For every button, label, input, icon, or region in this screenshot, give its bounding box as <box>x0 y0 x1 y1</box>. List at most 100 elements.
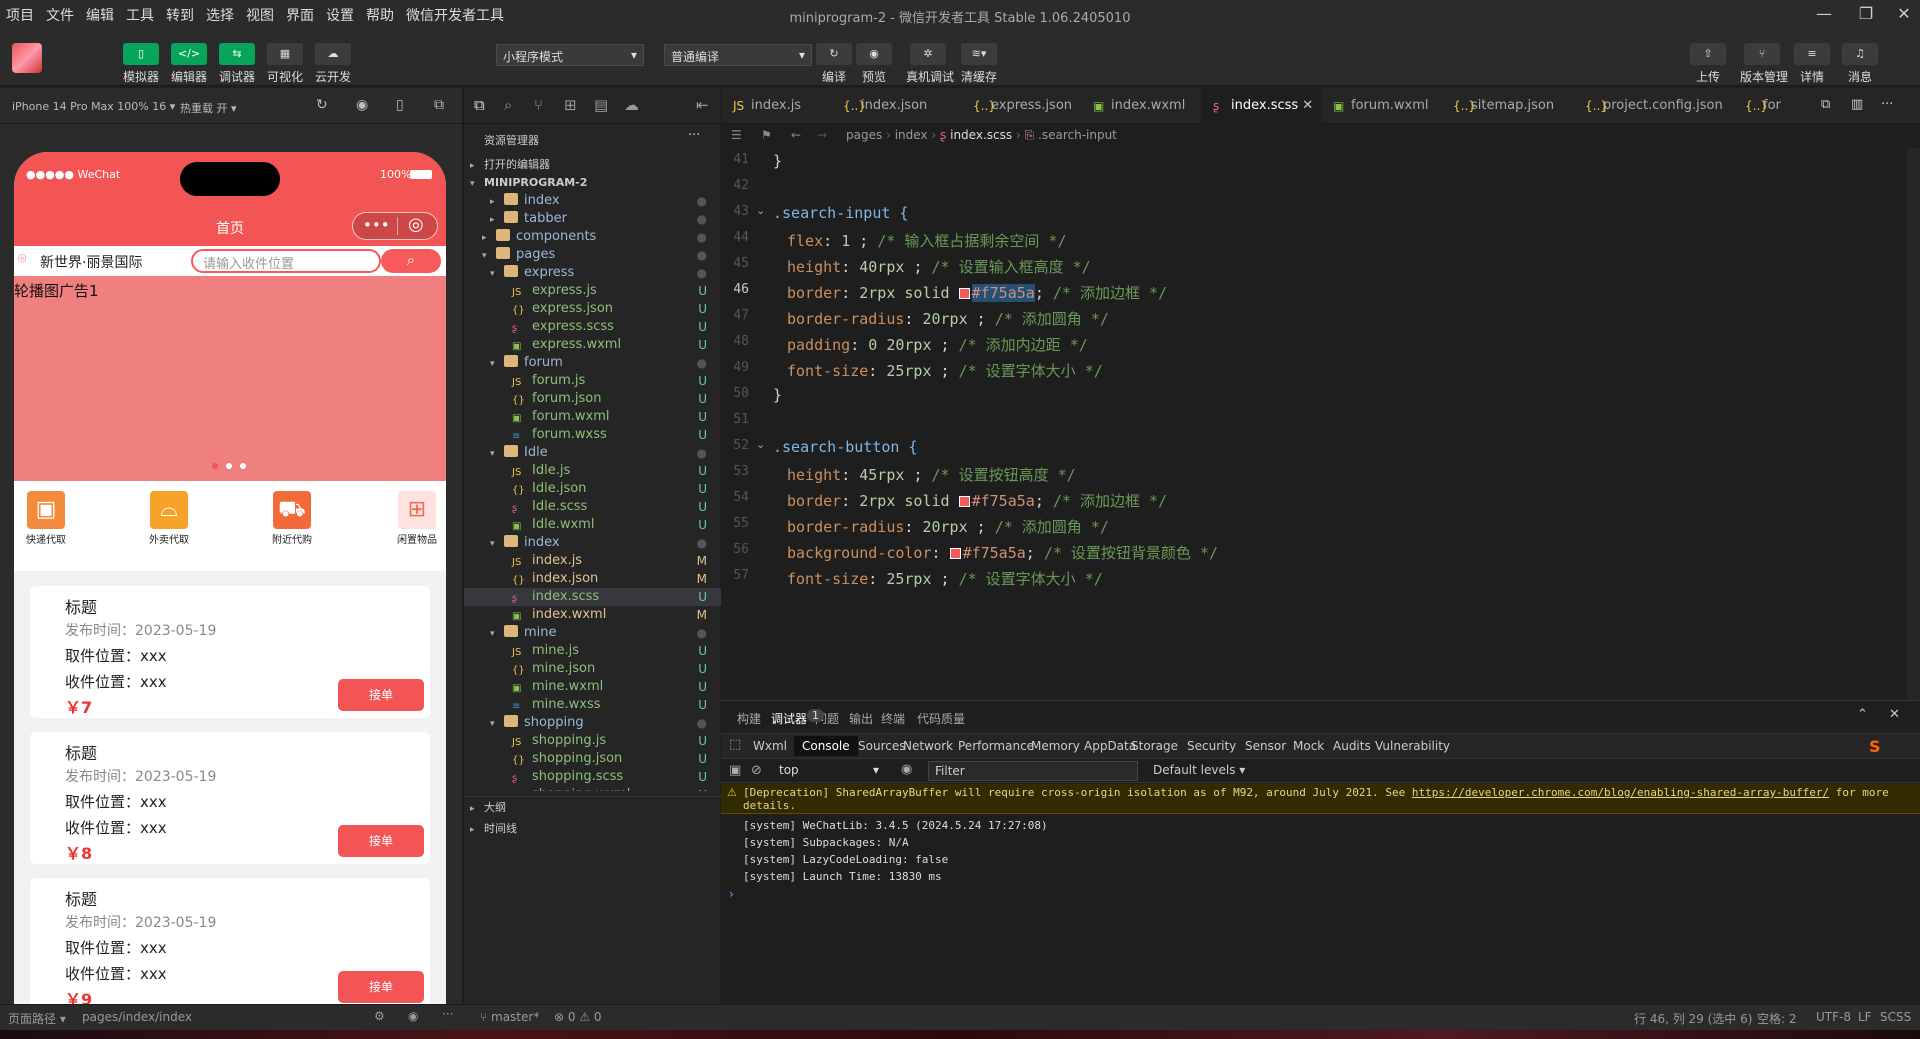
devtools-tab[interactable]: Storage <box>1123 736 1186 756</box>
refresh-icon[interactable]: ↻ <box>316 97 328 113</box>
tab-index-json[interactable]: {..} index.json <box>831 88 961 124</box>
forward-icon[interactable]: → <box>817 124 827 146</box>
more-icon[interactable]: ••• <box>363 216 390 234</box>
language-mode[interactable]: SCSS <box>1880 1010 1911 1024</box>
breadcrumb-item[interactable]: index <box>895 128 928 142</box>
panel-tab[interactable]: 构建 <box>737 710 761 727</box>
collapse-icon[interactable]: ⌃ <box>1857 707 1868 722</box>
menu-item[interactable]: 帮助 <box>360 5 400 25</box>
maximize-icon[interactable]: ❐ <box>1854 4 1878 24</box>
menu-item[interactable]: 设置 <box>320 5 360 25</box>
folder-item[interactable]: ▾ forum ● <box>464 354 721 372</box>
accept-order-button[interactable]: 接单 <box>338 971 424 1003</box>
line-ending[interactable]: LF <box>1858 1010 1872 1024</box>
page-path-label[interactable]: 页面路径 ▾ <box>8 1010 66 1027</box>
menu-item[interactable]: 编辑 <box>80 5 120 25</box>
folder-item[interactable]: ▾ mine ● <box>464 624 721 642</box>
order-card[interactable]: 标题 发布时间：2023-05-19 取件位置：xxx 收件位置：xxx ￥7 … <box>30 586 430 718</box>
popout-icon[interactable]: ⧉ <box>434 97 444 113</box>
menu-item[interactable]: 微信开发者工具 <box>400 5 510 25</box>
layout-icon[interactable]: ▥ <box>1851 97 1863 112</box>
swiper-dot[interactable] <box>240 463 246 469</box>
record-icon[interactable]: ◉ <box>356 97 368 113</box>
devtools-tab[interactable]: Wxml <box>745 736 795 756</box>
accept-order-button[interactable]: 接单 <box>338 679 424 711</box>
file-item[interactable]: ▣ index.wxml M <box>464 606 721 624</box>
mode-select[interactable]: 小程序模式 ▾ <box>496 44 644 66</box>
outline-section[interactable]: ▸ 大纲 <box>464 796 721 818</box>
file-item[interactable]: ≡ mine.wxss U <box>464 696 721 714</box>
folder-item[interactable]: ▾ shopping ● <box>464 714 721 732</box>
file-item[interactable]: JS express.js U <box>464 282 721 300</box>
compile-button[interactable]: ↻ 编译 <box>812 43 856 85</box>
details-button[interactable]: ≡ 详情 <box>1790 43 1834 85</box>
file-item[interactable]: ʂ shopping.scss U <box>464 768 721 786</box>
tab-express-json[interactable]: {..} express.json <box>961 88 1081 124</box>
filter-input[interactable]: Filter <box>928 761 1138 781</box>
encoding[interactable]: UTF-8 <box>1816 1010 1851 1024</box>
compile-mode-select[interactable]: 普通编译 ▾ <box>664 44 812 66</box>
split-icon[interactable]: ⇤ <box>696 96 709 114</box>
devtools-tab[interactable]: Security <box>1179 736 1244 756</box>
menu-item[interactable]: 转到 <box>160 5 200 25</box>
file-item[interactable]: ≡ forum.wxss U <box>464 426 721 444</box>
files-icon[interactable]: ⧉ <box>474 96 485 114</box>
upload-button[interactable]: ⇧ 上传 <box>1686 43 1730 85</box>
order-card[interactable]: 标题 发布时间：2023-05-19 取件位置：xxx 收件位置：xxx ￥9 … <box>30 878 430 1005</box>
breadcrumb-item[interactable]: index.scss <box>950 128 1012 142</box>
bookmark-icon[interactable]: ⚑ <box>761 124 772 146</box>
search-input[interactable]: 请输入收件位置 <box>191 249 381 273</box>
indent-setting[interactable]: 空格: 2 <box>1757 1010 1797 1027</box>
close-icon[interactable]: ✕ <box>1889 707 1900 722</box>
hotreload-select[interactable]: 热重载 开 ▾ <box>180 100 237 116</box>
folder-item[interactable]: ▾ express ● <box>464 264 721 282</box>
file-item[interactable]: {} index.json M <box>464 570 721 588</box>
menu-item[interactable]: 项目 <box>0 5 40 25</box>
problems-count[interactable]: ⊗ 0 ⚠ 0 <box>554 1010 602 1024</box>
swiper-dot[interactable] <box>226 463 232 469</box>
eye-icon[interactable]: ◉ <box>901 762 912 777</box>
more-icon[interactable]: ··· <box>1881 97 1893 112</box>
file-item[interactable]: ▣ mine.wxml U <box>464 678 721 696</box>
file-item[interactable]: JS Idle.js U <box>464 462 721 480</box>
breadcrumb-item[interactable]: pages <box>846 128 882 142</box>
search-icon[interactable]: ⌕ <box>504 96 512 114</box>
close-icon[interactable]: ✕ <box>1892 4 1916 24</box>
accept-order-button[interactable]: 接单 <box>338 825 424 857</box>
file-item[interactable]: ▣ express.wxml U <box>464 336 721 354</box>
branch-icon[interactable]: ⑂ <box>534 96 543 114</box>
folder-item[interactable]: ▸ index ● <box>464 192 721 210</box>
close-mini-icon[interactable]: ◎ <box>408 214 424 235</box>
file-item[interactable]: ʂ index.scss U <box>464 588 721 606</box>
folder-item[interactable]: ▾ index ● <box>464 534 721 552</box>
panel-tab[interactable]: 输出 <box>849 710 873 727</box>
clear-cache-button[interactable]: ≋▾ 清缓存 <box>957 43 1001 85</box>
category-takeout[interactable]: ⌓ 外卖代取 <box>129 481 209 546</box>
file-item[interactable]: {} Idle.json U <box>464 480 721 498</box>
category-shopping[interactable]: ⛟ 附近代购 <box>252 481 332 546</box>
file-item[interactable]: {} shopping.json U <box>464 750 721 768</box>
search-button[interactable]: ⌕ <box>381 249 441 273</box>
file-item[interactable]: ▣ Idle.wxml U <box>464 516 721 534</box>
levels-select[interactable]: Default levels ▾ <box>1153 763 1245 777</box>
tab-sitemap-json[interactable]: {..} sitemap.json <box>1441 88 1573 124</box>
code-area[interactable]: 41} 42 43 ⌄ .search-input {44 flex: 1 ; /* 输入… <box>721 148 1920 700</box>
file-item[interactable]: {} forum.json U <box>464 390 721 408</box>
cloud-button[interactable]: ☁ 云开发 <box>311 43 355 85</box>
visual-button[interactable]: ▦ 可视化 <box>263 43 307 85</box>
fold-icon[interactable]: ⌄ <box>756 204 765 217</box>
tab-forum-wxml[interactable]: ▣ forum.wxml <box>1321 88 1441 124</box>
devtools-tab[interactable]: Console <box>794 736 858 756</box>
color-swatch[interactable] <box>958 496 970 507</box>
tab-for[interactable]: {..} for <box>1733 88 1793 124</box>
category-idle[interactable]: ⊞ 闲置物品 <box>377 481 446 546</box>
tab-index-wxml[interactable]: ▣ index.wxml <box>1081 88 1201 124</box>
back-icon[interactable]: ← <box>791 124 801 146</box>
git-branch[interactable]: ⑂ master* <box>480 1010 539 1024</box>
more-icon[interactable]: ··· <box>688 128 700 143</box>
menu-item[interactable]: 工具 <box>120 5 160 25</box>
file-item[interactable]: JS forum.js U <box>464 372 721 390</box>
preview-button[interactable]: ◉ 预览 <box>852 43 896 85</box>
color-swatch[interactable] <box>958 288 970 299</box>
debugger-button[interactable]: ⇆ 调试器 <box>215 43 259 85</box>
